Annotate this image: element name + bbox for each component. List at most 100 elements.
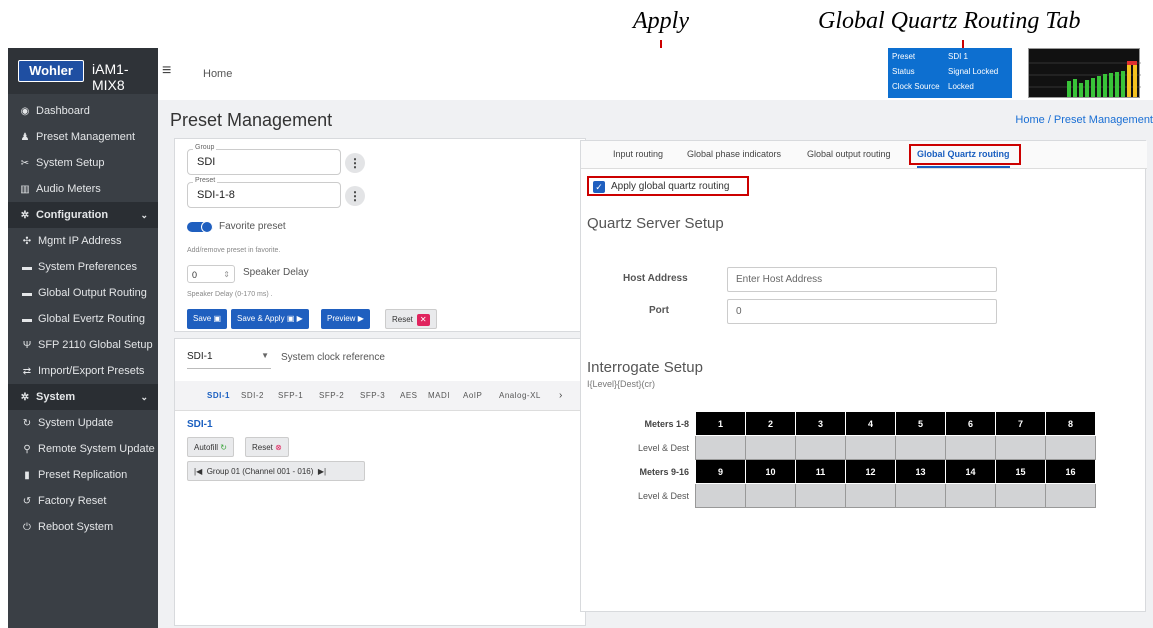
tab-aoip[interactable]: AoIP xyxy=(463,391,482,400)
tab-global-output-routing[interactable]: Global output routing xyxy=(807,141,891,168)
meter-number-cell: 1 xyxy=(695,411,746,436)
gears-icon: ✲ xyxy=(20,392,30,403)
audio-meter-thumbnail[interactable] xyxy=(1028,48,1141,98)
level-dest-cell[interactable] xyxy=(945,435,996,460)
input-panel-title: SDI-1 xyxy=(187,419,213,430)
level-dest-cell[interactable] xyxy=(695,435,746,460)
sidebar-item-mgmt-ip-address[interactable]: ✣ Mgmt IP Address xyxy=(8,228,158,254)
tab-madi[interactable]: MADI xyxy=(428,391,450,400)
power-icon: ⏻ xyxy=(23,522,31,533)
stepper-icon[interactable]: ⇕ xyxy=(223,266,230,284)
preset-card: SDI Group ⋮ SDI-1-8 Preset ⋮ Favorite pr… xyxy=(174,138,586,332)
top-home-link[interactable]: Home xyxy=(203,68,232,80)
first-page-icon[interactable]: |◀ xyxy=(194,467,202,476)
meter-number-cell: 14 xyxy=(945,459,996,484)
sidebar-item-label: SFP 2110 Global Setup xyxy=(38,339,153,351)
input-reset-button[interactable]: Reset ⊗ xyxy=(245,437,289,457)
sidebar-item-label: Import/Export Presets xyxy=(38,365,145,377)
sidebar-item-label: Mgmt IP Address xyxy=(38,235,122,247)
tab-sfp-3[interactable]: SFP-3 xyxy=(360,391,385,400)
chevron-right-icon[interactable]: › xyxy=(559,390,562,401)
sidebar-item-label: Dashboard xyxy=(36,105,90,117)
preview-button[interactable]: Preview ▶ xyxy=(321,309,370,329)
host-address-input[interactable]: Enter Host Address xyxy=(727,267,997,292)
level-dest-cell[interactable] xyxy=(845,483,896,508)
card-icon: ▬ xyxy=(22,288,32,299)
group-field[interactable]: SDI xyxy=(187,149,341,175)
sidebar-item-factory-reset[interactable]: ↺ Factory Reset xyxy=(8,488,158,514)
group-label: Group xyxy=(193,144,217,151)
status-row-clock: Clock Source Locked xyxy=(892,82,974,91)
preset-field[interactable]: SDI-1-8 xyxy=(187,182,341,208)
level-dest-cell[interactable] xyxy=(745,483,796,508)
level-dest-cell[interactable] xyxy=(695,483,746,508)
port-input[interactable]: 0 xyxy=(727,299,997,324)
device-model: iAM1-MIX8 xyxy=(92,61,129,93)
routing-panel: Input routing Global phase indicators Gl… xyxy=(580,140,1147,612)
group-pager[interactable]: |◀ Group 01 (Channel 001 - 016) ▶| xyxy=(187,461,365,481)
level-dest-cell[interactable] xyxy=(1045,483,1096,508)
reset-button[interactable]: Reset ✕ xyxy=(385,309,437,329)
clock-select[interactable]: SDI-1 ▼ xyxy=(187,351,271,369)
level-dest-cell[interactable] xyxy=(845,435,896,460)
table-row: Level & Dest xyxy=(589,483,1096,508)
tab-aes[interactable]: AES xyxy=(400,391,418,400)
level-dest-cell[interactable] xyxy=(895,483,946,508)
table-row: Meters 9-16 9 10 11 12 13 14 15 16 xyxy=(589,459,1096,484)
sidebar-item-system[interactable]: ✲ System ⌄ xyxy=(8,384,158,410)
sidebar-item-system-setup[interactable]: ✂ System Setup xyxy=(8,150,158,176)
sidebar-item-global-evertz-routing[interactable]: ▬ Global Evertz Routing xyxy=(8,306,158,332)
dashboard-icon: ◉ xyxy=(20,106,30,117)
menu-icon[interactable]: ≡ xyxy=(162,62,171,80)
sidebar-item-configuration[interactable]: ✲ Configuration ⌄ xyxy=(8,202,158,228)
favorite-toggle[interactable] xyxy=(187,221,213,233)
sidebar-item-preset-management[interactable]: ♟ Preset Management xyxy=(8,124,158,150)
save-apply-button[interactable]: Save & Apply ▣ ▶ xyxy=(231,309,309,329)
level-dest-cell[interactable] xyxy=(1045,435,1096,460)
sidebar-item-reboot-system[interactable]: ⏻ Reboot System xyxy=(8,514,158,540)
sidebar-item-dashboard[interactable]: ◉ Dashboard xyxy=(8,98,158,124)
speaker-delay-note: Speaker Delay (0-170 ms) . xyxy=(187,291,273,298)
level-dest-cell[interactable] xyxy=(745,435,796,460)
annotation-box-apply xyxy=(587,176,749,196)
preset-more-icon[interactable]: ⋮ xyxy=(345,186,365,206)
sidebar-item-remote-system-update[interactable]: ⚲ Remote System Update xyxy=(8,436,158,462)
speaker-delay-input[interactable]: 0 ⇕ xyxy=(187,265,235,283)
level-dest-cell[interactable] xyxy=(895,435,946,460)
sidebar-item-audio-meters[interactable]: ▥ Audio Meters xyxy=(8,176,158,202)
meter-number-cell: 12 xyxy=(845,459,896,484)
tab-analog-xl[interactable]: Analog-XL xyxy=(499,391,541,400)
table-row: Level & Dest xyxy=(589,435,1096,460)
sidebar-item-label: Global Evertz Routing xyxy=(38,313,145,325)
autofill-button[interactable]: Autofill ↻ xyxy=(187,437,234,457)
tab-input-routing[interactable]: Input routing xyxy=(613,141,663,168)
sidebar-item-preset-replication[interactable]: ▮ Preset Replication xyxy=(8,462,158,488)
input-card: SDI-1 ▼ System clock reference SDI-1 SDI-2… xyxy=(174,338,587,626)
sidebar-item-system-preferences[interactable]: ▬ System Preferences xyxy=(8,254,158,280)
sidebar-item-system-update[interactable]: ↻ System Update xyxy=(8,410,158,436)
sidebar-item-import-export-presets[interactable]: ⇄ Import/Export Presets xyxy=(8,358,158,384)
level-dest-cell[interactable] xyxy=(995,435,1046,460)
chart-icon: ▥ xyxy=(20,184,30,195)
tab-global-phase-indicators[interactable]: Global phase indicators xyxy=(687,141,781,168)
level-dest-cell[interactable] xyxy=(795,483,846,508)
sidebar-item-label: Audio Meters xyxy=(36,183,101,195)
level-dest-cell[interactable] xyxy=(795,435,846,460)
sidebar-item-sfp-2110-global-setup[interactable]: Ψ SFP 2110 Global Setup xyxy=(8,332,158,358)
breadcrumb[interactable]: Home / Preset Management xyxy=(1015,114,1153,126)
level-dest-cell[interactable] xyxy=(995,483,1046,508)
group-more-icon[interactable]: ⋮ xyxy=(345,153,365,173)
meter-number-cell: 3 xyxy=(795,411,846,436)
save-button[interactable]: Save ▣ xyxy=(187,309,228,329)
gear-icon: ✲ xyxy=(20,210,30,221)
tab-sfp-1[interactable]: SFP-1 xyxy=(278,391,303,400)
plug-icon: Ψ xyxy=(22,340,32,351)
tab-sfp-2[interactable]: SFP-2 xyxy=(319,391,344,400)
sidebar-item-global-output-routing[interactable]: ▬ Global Output Routing xyxy=(8,280,158,306)
row-label: Level & Dest xyxy=(589,435,696,460)
tab-sdi-1[interactable]: SDI-1 xyxy=(207,391,230,400)
tab-sdi-2[interactable]: SDI-2 xyxy=(241,391,264,400)
last-page-icon[interactable]: ▶| xyxy=(318,467,326,476)
level-dest-cell[interactable] xyxy=(945,483,996,508)
sidebar-item-label: System Setup xyxy=(36,157,105,169)
